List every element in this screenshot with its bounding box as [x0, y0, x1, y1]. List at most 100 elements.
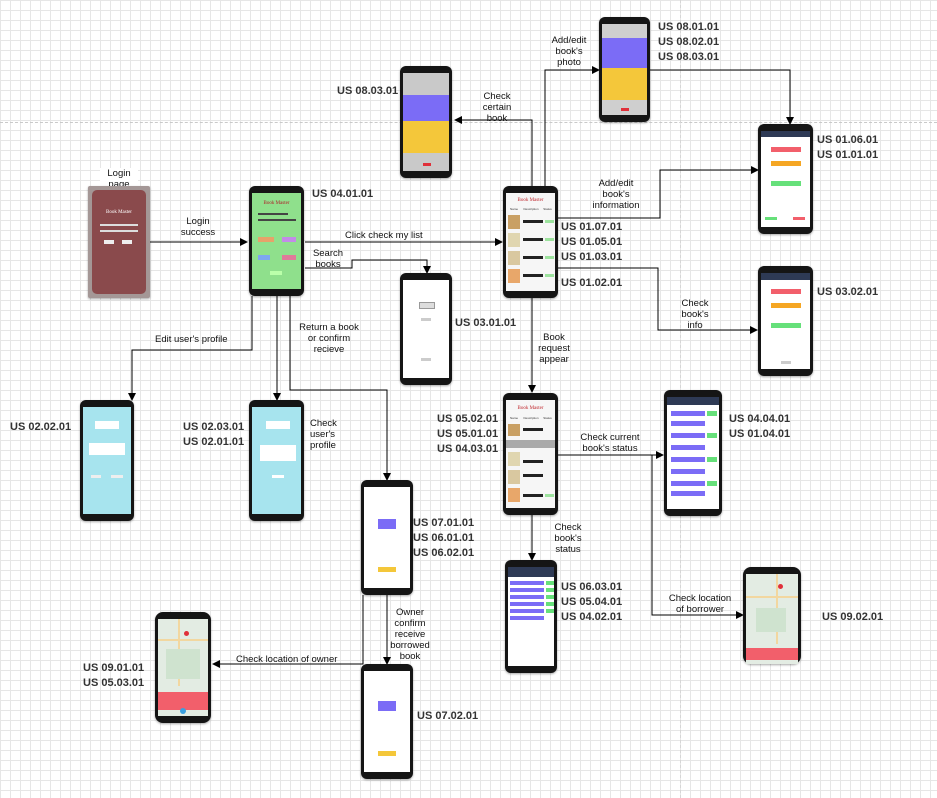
edit-profile-contact[interactable]	[89, 443, 125, 455]
login-button[interactable]	[104, 240, 114, 244]
us-book-info-edit: US 01.06.01 US 01.01.01	[817, 134, 879, 161]
request-cover-1	[508, 424, 520, 436]
requests-col-desc: Description	[523, 416, 539, 420]
edit-profile-save-button[interactable]	[91, 475, 101, 478]
login-screen: Book Master	[88, 186, 150, 298]
home-profile-button[interactable]	[282, 255, 296, 260]
book-row-4[interactable]	[523, 274, 543, 277]
borrowed-badge-1	[546, 581, 554, 585]
label-check-my-list: Click check my list	[345, 230, 423, 241]
book-view-delete-button[interactable]	[423, 163, 431, 166]
book-info-author	[771, 303, 801, 308]
my-books-screen: Book Master Name Description Status	[503, 186, 558, 298]
label-check-book-info: Check book's info	[681, 298, 709, 331]
home-logout-button[interactable]	[270, 271, 282, 275]
borrowed-status-screen	[505, 560, 557, 673]
us-borrowed-status: US 06.03.01 US 05.04.01 US 04.02.01	[561, 581, 623, 623]
us-photo-edit: US 08.01.01 US 08.02.01 US 08.03.01	[658, 21, 720, 63]
borrowed-row-3[interactable]	[510, 595, 544, 599]
status-row-5[interactable]	[671, 457, 705, 462]
user-profile-contact	[260, 445, 296, 461]
request-row-3[interactable]	[523, 474, 543, 477]
us-borrower-map: US 09.02.01	[822, 611, 884, 623]
home-browse-button[interactable]	[258, 255, 270, 260]
borrowed-row-4[interactable]	[510, 602, 544, 606]
book-info-back-button[interactable]	[781, 361, 791, 364]
book-info-cancel-button[interactable]	[793, 217, 805, 220]
book-view-screen	[400, 66, 452, 178]
owner-scan-button[interactable]	[378, 701, 396, 711]
owner-map-park	[166, 649, 200, 679]
label-book-request: Book request appear	[538, 332, 570, 365]
book-row-3[interactable]	[523, 256, 543, 259]
borrowed-row-2[interactable]	[510, 588, 544, 592]
scan-isbn-button[interactable]	[378, 519, 396, 529]
book-row-2[interactable]	[523, 238, 543, 241]
us-current-status: US 04.04.01 US 01.04.01	[729, 413, 791, 440]
home-my-books-button[interactable]	[258, 237, 274, 242]
search-screen	[400, 273, 452, 385]
book-cover-3	[508, 251, 520, 265]
return-confirm-screen	[361, 480, 413, 595]
request-row-2[interactable]	[523, 460, 543, 463]
home-borrowed-button[interactable]	[282, 237, 296, 242]
photo-edit-screen-body	[602, 24, 647, 115]
borrowed-row-6[interactable]	[510, 616, 544, 620]
status-badge-7	[707, 481, 717, 486]
user-profile-edit-button[interactable]	[272, 475, 284, 478]
label-check-profile: Check user's profile	[310, 418, 337, 451]
edge-add-photo	[544, 66, 600, 186]
book-info-screen	[758, 266, 813, 376]
book-isbn-field[interactable]	[771, 181, 801, 186]
search-button[interactable]	[421, 318, 431, 321]
us-search: US 03.01.01	[455, 317, 517, 329]
borrower-map-park	[756, 608, 786, 632]
us-my-books: US 01.07.01 US 01.05.01 US 01.03.01	[561, 221, 623, 263]
status-row-8[interactable]	[671, 491, 705, 496]
login-username-field[interactable]	[100, 224, 138, 226]
search-keyword-input[interactable]	[419, 302, 435, 309]
borrower-location-pin[interactable]	[778, 584, 783, 589]
book-row-1[interactable]	[523, 220, 543, 223]
owner-map-body[interactable]	[158, 619, 208, 716]
edit-profile-cancel-button[interactable]	[111, 475, 123, 478]
status-row-4[interactable]	[671, 445, 705, 450]
photo-edit-image[interactable]	[602, 38, 647, 68]
status-row-2[interactable]	[671, 421, 705, 426]
status-row-3[interactable]	[671, 433, 705, 438]
status-row-1[interactable]	[671, 411, 705, 416]
photo-edit-delete-button[interactable]	[621, 108, 629, 111]
book-info-edit-screen-body	[761, 131, 810, 227]
book-author-field[interactable]	[771, 161, 801, 166]
book-status-4	[545, 274, 554, 277]
search-result-button[interactable]	[421, 358, 431, 361]
book-title-field[interactable]	[771, 147, 801, 152]
owner-location-pin[interactable]	[184, 631, 189, 636]
my-books-col-status: Status	[543, 207, 552, 211]
borrowed-status-screen-body	[508, 567, 554, 666]
signup-button[interactable]	[122, 240, 132, 244]
borrower-map-body[interactable]	[746, 574, 798, 664]
edit-profile-name[interactable]	[95, 421, 119, 429]
status-row-6[interactable]	[671, 469, 705, 474]
owner-map-center-button[interactable]	[180, 708, 186, 714]
borrowed-row-1[interactable]	[510, 581, 544, 585]
us-book-requests: US 05.02.01 US 05.01.01 US 04.03.01	[437, 413, 499, 455]
edit-profile-screen-body	[83, 407, 131, 514]
confirm-button[interactable]	[378, 567, 396, 572]
book-info-save-button[interactable]	[765, 217, 777, 220]
request-banner	[506, 440, 555, 448]
owner-confirm-button[interactable]	[378, 751, 396, 756]
book-requests-screen: Book Master Name Description Status	[503, 393, 558, 515]
my-books-col-name: Name	[509, 207, 518, 211]
request-row-4[interactable]	[523, 494, 543, 497]
home-screen-body: Book Master	[252, 193, 301, 289]
book-info-title	[771, 289, 801, 294]
book-cover-1	[508, 215, 520, 229]
home-screen: Book Master	[249, 186, 304, 296]
request-row-1[interactable]	[523, 428, 543, 431]
photo-edit-screen	[599, 17, 650, 122]
borrowed-row-5[interactable]	[510, 609, 544, 613]
login-password-field[interactable]	[100, 230, 138, 232]
status-row-7[interactable]	[671, 481, 705, 486]
